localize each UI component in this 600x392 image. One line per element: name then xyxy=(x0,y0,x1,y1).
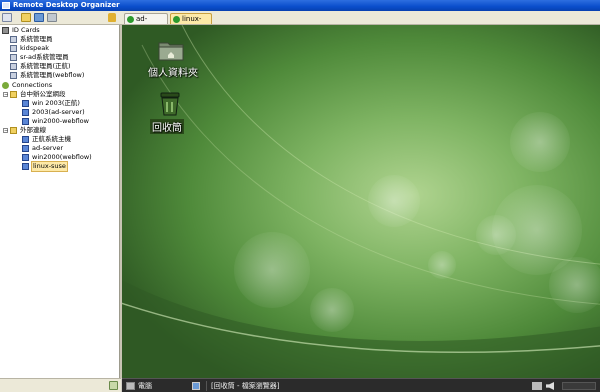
volume-icon[interactable] xyxy=(546,382,554,390)
new-folder-icon[interactable] xyxy=(21,13,31,22)
lock-icon[interactable] xyxy=(108,13,116,22)
remote-desktop-view[interactable]: 個人資料夾 回收筒 xyxy=(122,25,600,378)
trash-icon xyxy=(160,92,180,116)
connection-icon xyxy=(173,16,180,23)
clock-area xyxy=(562,382,596,390)
network-icon[interactable] xyxy=(532,382,542,390)
id-card-icon xyxy=(10,63,17,70)
id-card-icon xyxy=(10,45,17,52)
collapse-toggle-icon[interactable]: − xyxy=(3,92,8,98)
monitor-icon xyxy=(22,154,29,161)
desktop-icon-trash[interactable]: 回收筒 xyxy=(148,87,194,134)
folder-icon xyxy=(10,91,17,98)
remote-taskbar: 電腦 [回收筒 - 檔案瀏覽器] xyxy=(122,378,600,392)
window-title: Remote Desktop Organizer xyxy=(13,1,120,9)
monitor-icon xyxy=(22,136,29,143)
connection-icon xyxy=(127,16,134,23)
computer-icon xyxy=(126,382,135,390)
monitor-icon xyxy=(22,145,29,152)
new-menu-icon[interactable] xyxy=(2,13,12,22)
properties-icon[interactable] xyxy=(47,13,57,22)
connections-root-icon xyxy=(2,82,9,89)
taskbar-window-button[interactable]: [回收筒 - 檔案瀏覽器] xyxy=(206,381,306,391)
computer-menu-button[interactable]: 電腦 xyxy=(138,381,152,391)
sidebar-toolbar xyxy=(0,11,121,25)
id-card-icon xyxy=(10,54,17,61)
folder-icon xyxy=(10,127,17,134)
new-connection-icon[interactable] xyxy=(34,13,44,22)
show-desktop-icon[interactable] xyxy=(192,382,200,390)
sidebar-footer xyxy=(0,378,121,392)
monitor-icon xyxy=(22,100,29,107)
tab-linux-suse[interactable]: linux-suse xyxy=(170,13,212,33)
title-bar: Remote Desktop Organizer xyxy=(0,0,600,11)
tab-ad-server[interactable]: ad-server xyxy=(124,13,168,33)
app-icon xyxy=(2,2,10,9)
monitor-icon xyxy=(22,163,29,170)
collapse-toggle-icon[interactable]: − xyxy=(3,128,8,134)
id-card-group-icon xyxy=(2,27,9,34)
search-icon[interactable] xyxy=(109,381,118,390)
desktop-icon-home-folder[interactable]: 個人資料夾 xyxy=(144,37,200,81)
id-card-icon xyxy=(10,72,17,79)
home-folder-icon xyxy=(158,42,184,61)
id-card-icon xyxy=(10,36,17,43)
monitor-icon xyxy=(22,118,29,125)
connection-tree: ID Cards 系統管理員 kidspeak sr-ad系統管理員 系統管理員… xyxy=(0,25,120,378)
monitor-icon xyxy=(22,109,29,116)
connection-tab-bar: ad-server linux-suse xyxy=(121,11,600,33)
